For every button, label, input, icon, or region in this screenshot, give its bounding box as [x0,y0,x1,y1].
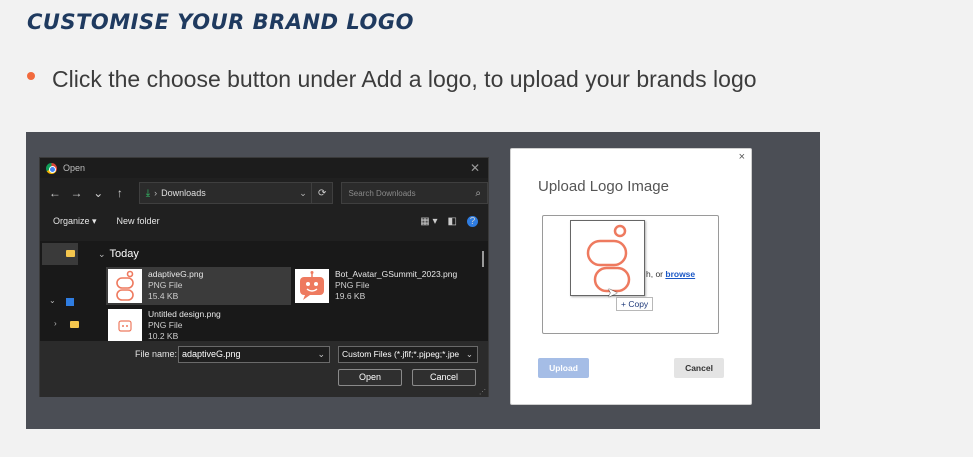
file-type: PNG File [335,280,370,290]
folder-icon [70,321,79,328]
chevron-down-icon[interactable]: ⌄ [49,296,56,305]
chevron-right-icon[interactable]: › [54,319,57,328]
up-arrow-icon[interactable]: ↑ [111,186,129,200]
resize-grip-icon[interactable]: ⋰ [479,388,486,396]
back-arrow-icon[interactable]: ← [46,186,64,200]
file-size: 10.2 KB [148,331,179,341]
file-type-select[interactable]: Custom Files (*.jfif;*.pjpeg;*.jpe ⌄ [338,346,478,363]
slide-title: CUSTOMISE YOUR BRAND LOGO [27,10,414,34]
close-icon[interactable]: ✕ [470,161,480,175]
file-name-label: File name: [135,349,178,359]
logo-drop-zone[interactable]: h, or browse ➤ + Copy [542,215,719,334]
command-bar: Organize ▾ New folder ▦ ▾ ◧ ? [40,208,488,234]
search-icon: ⌕ [475,187,482,199]
chevron-down-icon[interactable]: ⌄ [299,188,307,199]
file-name: Bot_Avatar_GSummit_2023.png [335,269,458,279]
address-bar[interactable]: ⤓ › Downloads ⌄ [138,182,312,204]
file-name-input[interactable]: adaptiveG.png ⌄ [178,346,330,363]
breadcrumb-downloads[interactable]: Downloads [161,188,206,198]
breadcrumb-separator: › [154,188,158,198]
bullet-dot [27,71,35,80]
file-item[interactable]: adaptiveG.png PNG File 15.4 KB [106,267,291,305]
file-area: ⌄ › ⌄ Today adaptiveG.png PNG File 15.4 … [40,241,488,341]
dialog-footer: File name: adaptiveG.png ⌄ Custom Files … [40,341,488,397]
chrome-icon [46,162,57,174]
folder-icon [66,250,75,257]
file-item[interactable]: Bot_Avatar_GSummit_2023.png PNG File 19.… [293,267,483,305]
file-thumbnail [295,269,329,303]
upload-button[interactable]: Upload [538,358,589,378]
dialog-title: Open [63,163,86,173]
recent-locations-chevron-icon[interactable]: ⌄ [89,186,107,200]
download-icon: ⤓ [145,187,151,199]
cancel-button[interactable]: Cancel [412,369,476,386]
file-item[interactable]: Untitled design.png PNG File 10.2 KB [106,307,291,341]
copy-drag-tag: + Copy [616,297,654,311]
navigation-bar: ← → ⌄ ↑ ⤓ › Downloads ⌄ ⟳ Search Downloa… [40,178,489,208]
file-type: PNG File [148,280,183,290]
instruction-bullet: Click the choose button under Add a logo… [27,66,757,93]
onedrive-icon [66,298,74,306]
browse-link[interactable]: browse [665,269,695,279]
search-input[interactable]: Search Downloads ⌕ [341,182,489,204]
dialog-titlebar: Open ✕ [40,158,488,178]
chevron-down-icon: ⌄ [98,249,106,259]
drop-instructions: h, or browse [646,269,696,279]
file-thumbnail [108,269,142,303]
file-name: Untitled design.png [148,309,221,319]
navigation-pane: ⌄ › [40,241,90,341]
organize-button[interactable]: Organize ▾ [53,216,97,227]
chevron-down-icon[interactable]: ⌄ [466,347,473,362]
refresh-icon[interactable]: ⟳ [311,182,334,204]
search-placeholder: Search Downloads [348,188,416,198]
open-file-dialog: Open ✕ ← → ⌄ ↑ ⤓ › Downloads ⌄ ⟳ Search … [39,157,489,397]
new-folder-button[interactable]: New folder [117,216,160,226]
upload-logo-modal: × Upload Logo Image h, or browse ➤ + Cop… [510,148,752,405]
file-name: adaptiveG.png [148,269,204,279]
open-button[interactable]: Open [338,369,402,386]
scrollbar[interactable] [482,251,484,267]
file-size: 19.6 KB [335,291,366,301]
view-options-icon[interactable]: ▦ ▾ [420,216,437,227]
file-type: PNG File [148,320,183,330]
file-size: 15.4 KB [148,291,179,301]
close-icon[interactable]: × [739,151,745,163]
group-header-today[interactable]: ⌄ Today [98,248,139,260]
cancel-button[interactable]: Cancel [674,358,724,378]
modal-title: Upload Logo Image [538,178,669,195]
forward-arrow-icon[interactable]: → [68,186,86,200]
instruction-text: Click the choose button under Add a logo… [52,66,757,92]
preview-pane-icon[interactable]: ◧ [448,216,457,227]
tutorial-screenshot: Open ✕ ← → ⌄ ↑ ⤓ › Downloads ⌄ ⟳ Search … [26,132,820,429]
file-thumbnail [108,309,142,341]
help-icon[interactable]: ? [467,215,478,227]
chevron-down-icon[interactable]: ⌄ [317,347,325,362]
